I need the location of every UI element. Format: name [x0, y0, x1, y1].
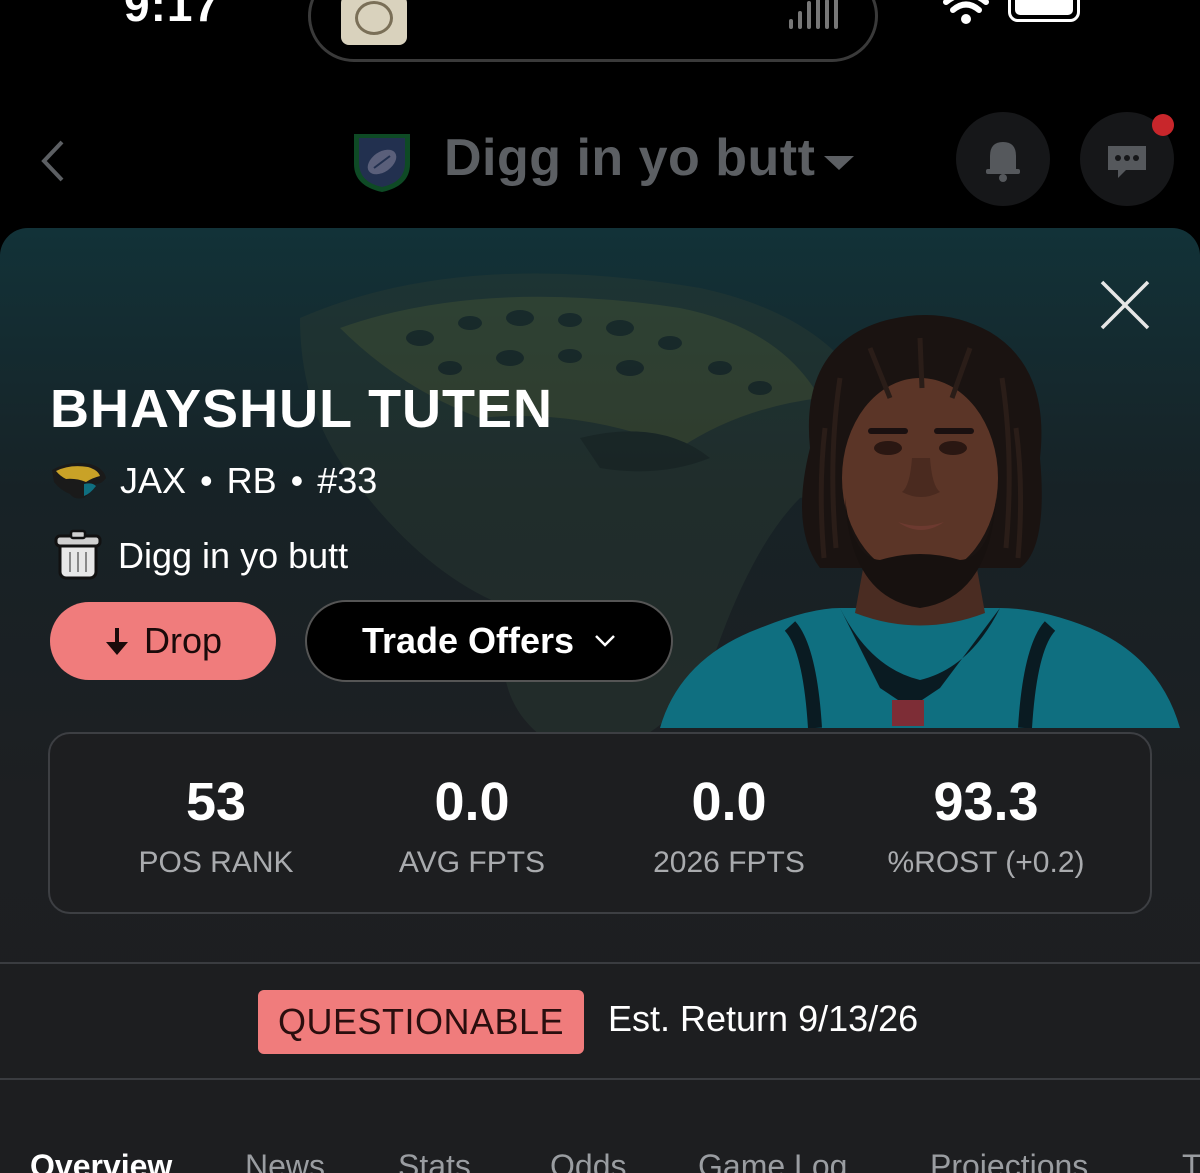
- player-position: RB: [226, 460, 277, 501]
- team-logo-icon[interactable]: [350, 130, 414, 194]
- team-name-title[interactable]: Digg in yo butt: [444, 128, 815, 188]
- player-number: #33: [317, 460, 378, 501]
- trade-offers-label: Trade Offers: [361, 620, 575, 661]
- audio-waveform-icon: [789, 0, 849, 29]
- status-bar: 9:17: [0, 0, 1200, 70]
- stat-avg-fpts: 0.0 AVG FPTS: [344, 772, 600, 880]
- tab-game-log[interactable]: Game Log: [698, 1148, 847, 1173]
- owner-team-name: Digg in yo butt: [118, 535, 349, 576]
- stats-summary: 53 POS RANK 0.0 AVG FPTS 0.0 2026 FPTS 9…: [48, 732, 1152, 914]
- stat-value: 0.0: [691, 772, 767, 832]
- stat-pos-rank: 53 POS RANK: [88, 772, 344, 880]
- notification-dot: [1152, 114, 1174, 136]
- tab-news[interactable]: News: [245, 1148, 325, 1173]
- injury-status-band: QUESTIONABLE Est. Return 9/13/26: [0, 962, 1200, 1080]
- injury-status-badge: QUESTIONABLE: [258, 990, 584, 1054]
- bell-icon: [986, 142, 1020, 182]
- tab-overview[interactable]: Overview: [30, 1148, 172, 1173]
- top-nav: Digg in yo butt: [0, 100, 1200, 220]
- stat-season-fpts: 0.0 2026 FPTS: [601, 772, 857, 880]
- stat-label: %ROST (+0.2): [887, 846, 1085, 879]
- battery-icon: [1008, 0, 1080, 22]
- stat-value: 93.3: [933, 772, 1039, 832]
- tab-overflow[interactable]: T: [1182, 1148, 1200, 1173]
- chevron-down-icon: [595, 635, 615, 647]
- stat-label: AVG FPTS: [398, 846, 546, 879]
- player-headshot: [660, 314, 1180, 728]
- status-time: 9:17: [124, 0, 221, 31]
- wifi-icon: [943, 0, 989, 24]
- drop-button[interactable]: Drop: [50, 602, 276, 680]
- meta-separator: •: [290, 460, 304, 501]
- meta-separator: •: [200, 460, 213, 501]
- jaguars-logo-icon: [52, 462, 106, 499]
- player-meta: JAX • RB • #33: [50, 456, 377, 506]
- stat-value: 53: [185, 772, 247, 832]
- player-team: JAX: [120, 460, 187, 501]
- tab-stats[interactable]: Stats: [398, 1148, 471, 1173]
- drop-label: Drop: [143, 620, 223, 661]
- trash-can-avatar-icon: [54, 529, 102, 580]
- stat-value: 0.0: [434, 772, 510, 832]
- owner-row: Digg in yo butt: [50, 528, 348, 584]
- arrow-down-icon: [105, 628, 128, 655]
- tab-odds[interactable]: Odds: [550, 1148, 626, 1173]
- stat-rost-pct: 93.3 %ROST (+0.2): [858, 772, 1114, 880]
- player-tabs: Overview News Stats Odds Game Log Projec…: [0, 1140, 1200, 1173]
- notifications-button[interactable]: [956, 112, 1050, 206]
- player-card: BHAYSHUL TUTEN JAX • RB • #33 Digg in yo…: [0, 228, 1200, 1173]
- stat-label: 2026 FPTS: [653, 846, 805, 879]
- trade-offers-button[interactable]: Trade Offers: [305, 600, 673, 682]
- back-chevron-icon[interactable]: [34, 136, 74, 186]
- estimated-return: Est. Return 9/13/26: [608, 998, 919, 1039]
- team-dropdown-caret-icon[interactable]: [824, 156, 854, 170]
- player-name: BHAYSHUL TUTEN: [50, 379, 554, 439]
- tab-projections[interactable]: Projections: [930, 1148, 1088, 1173]
- now-playing-artwork: [341, 0, 407, 45]
- dynamic-island[interactable]: [308, 0, 878, 62]
- stat-label: POS RANK: [138, 846, 294, 879]
